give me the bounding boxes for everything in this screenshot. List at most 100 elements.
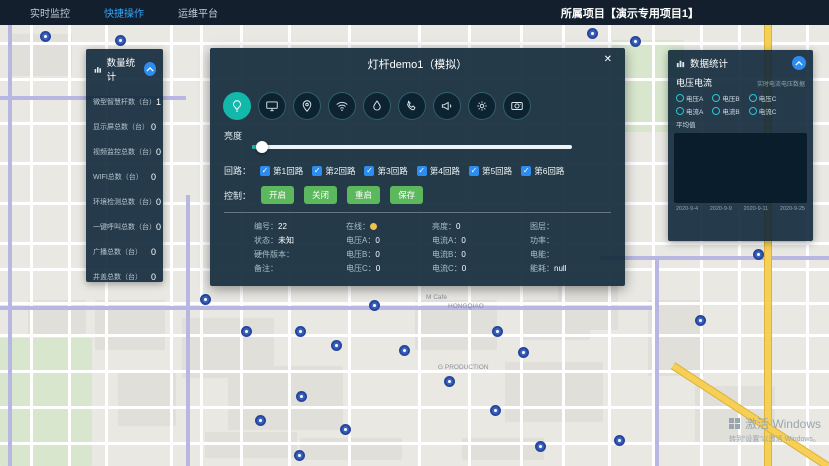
legend-item-6[interactable]: 电流C — [749, 106, 777, 116]
map-marker[interactable] — [241, 326, 252, 337]
location-icon[interactable] — [293, 92, 321, 120]
panel-header: 数据统计 — [668, 50, 813, 74]
drop-icon[interactable] — [363, 92, 391, 120]
control-button-3[interactable]: 重启 — [347, 186, 380, 204]
checkbox-icon[interactable]: ✓ — [521, 166, 531, 176]
map-marker[interactable] — [444, 376, 455, 387]
device-icon-row — [223, 92, 531, 120]
map-marker[interactable] — [255, 415, 266, 426]
status-dot — [370, 223, 377, 230]
camera-icon[interactable] — [503, 92, 531, 120]
loop-checkbox-2[interactable]: ✓第2回路 — [312, 165, 355, 177]
checkbox-icon[interactable]: ✓ — [364, 166, 374, 176]
gear-icon[interactable] — [468, 92, 496, 120]
legend-circle — [676, 107, 684, 115]
control-buttons: 开启关闭重启保存 — [261, 186, 423, 204]
nav-tab-1[interactable]: 实时监控 — [30, 5, 70, 20]
legend-item-2[interactable]: 电压B — [712, 93, 739, 103]
legend-label: 电压B — [722, 93, 739, 103]
map-marker[interactable] — [200, 294, 211, 305]
bulb-icon[interactable] — [223, 92, 251, 120]
map-marker[interactable] — [695, 315, 706, 326]
megaphone-icon[interactable] — [433, 92, 461, 120]
loop-label: 第4回路 — [430, 165, 460, 177]
info-label: 状态： — [254, 235, 278, 246]
legend-item-1[interactable]: 电压A — [676, 93, 703, 103]
loop-label: 第3回路 — [377, 165, 407, 177]
info-pair: 电流C：0 — [432, 262, 530, 274]
loops-row: 回路： ✓第1回路✓第2回路✓第3回路✓第4回路✓第5回路✓第6回路 — [224, 164, 564, 177]
map-park — [0, 338, 92, 466]
map-label: M Cafe — [426, 294, 447, 301]
control-button-4[interactable]: 保存 — [390, 186, 423, 204]
screen-icon[interactable] — [258, 92, 286, 120]
map-marker[interactable] — [518, 347, 529, 358]
loop-checkbox-4[interactable]: ✓第4回路 — [417, 165, 460, 177]
map-marker[interactable] — [115, 35, 126, 46]
loop-label: 第6回路 — [534, 165, 564, 177]
loop-checkbox-3[interactable]: ✓第3回路 — [364, 165, 407, 177]
map-road — [8, 25, 12, 466]
map-marker[interactable] — [753, 249, 764, 260]
control-button-2[interactable]: 关闭 — [304, 186, 337, 204]
stat-row: 广播总数（台）0 — [93, 239, 156, 264]
checkbox-icon[interactable]: ✓ — [469, 166, 479, 176]
map-marker[interactable] — [535, 441, 546, 452]
wifi-icon[interactable] — [328, 92, 356, 120]
map-marker[interactable] — [40, 31, 51, 42]
map-marker[interactable] — [294, 450, 305, 461]
map-road — [200, 25, 203, 466]
voltage-current-chart — [674, 133, 807, 203]
stat-label: 显示屏总数（台） — [93, 122, 149, 132]
nav-tab-2[interactable]: 快捷操作 — [104, 5, 144, 20]
map-road — [0, 370, 829, 373]
windows-logo-icon — [729, 418, 740, 429]
map-marker[interactable] — [331, 340, 342, 351]
info-pair: 电流A：0 — [432, 234, 530, 246]
controls-label: 控制： — [224, 189, 251, 202]
info-pair: 电能： — [530, 248, 611, 260]
legend-item-5[interactable]: 电流B — [712, 106, 739, 116]
map-marker[interactable] — [490, 405, 501, 416]
slider-handle[interactable] — [256, 141, 268, 153]
info-label: 能耗： — [530, 263, 554, 274]
loop-checkbox-5[interactable]: ✓第5回路 — [469, 165, 512, 177]
chart-section-header: 电压电流 实时电流电压数据 — [668, 74, 813, 89]
collapse-button[interactable] — [144, 62, 156, 76]
slider-track[interactable] — [252, 145, 572, 149]
device-info-grid: 编号：22状态：未知硬件版本：备注：在线：电压A：0电压B：0电压C：0亮度：0… — [254, 220, 611, 274]
map-marker[interactable] — [614, 435, 625, 446]
collapse-button[interactable] — [792, 56, 806, 70]
legend-item-3[interactable]: 电压C — [749, 93, 777, 103]
close-icon[interactable]: ✕ — [604, 54, 612, 65]
map-marker[interactable] — [399, 345, 410, 356]
control-button-1[interactable]: 开启 — [261, 186, 294, 204]
map-marker[interactable] — [340, 424, 351, 435]
nav-tab-3[interactable]: 运维平台 — [178, 5, 218, 20]
top-nav-bar: 实时监控快捷操作运维平台 所属项目【演示专用项目1】 — [0, 0, 829, 25]
phone-icon[interactable] — [398, 92, 426, 120]
checkbox-icon[interactable]: ✓ — [260, 166, 270, 176]
info-label: 编号： — [254, 221, 278, 232]
map-marker[interactable] — [296, 391, 307, 402]
map-marker[interactable] — [492, 326, 503, 337]
map-marker[interactable] — [630, 36, 641, 47]
legend-item-4[interactable]: 电流A — [676, 106, 703, 116]
stat-row: 一键呼叫总数（台）0 — [93, 214, 156, 239]
map-marker[interactable] — [295, 326, 306, 337]
map-road — [0, 302, 829, 305]
info-label: 亮度： — [432, 221, 456, 232]
map-marker[interactable] — [369, 300, 380, 311]
info-label: 电流A： — [432, 235, 461, 246]
x-axis-label: 2020-9-9 — [710, 206, 732, 212]
legend-circle — [749, 107, 757, 115]
map-marker[interactable] — [587, 28, 598, 39]
map-building-block — [118, 370, 176, 426]
loop-checkbox-6[interactable]: ✓第6回路 — [521, 165, 564, 177]
stat-value: 0 — [151, 172, 156, 182]
loop-checkbox-1[interactable]: ✓第1回路 — [260, 165, 303, 177]
loop-label: 第1回路 — [273, 165, 303, 177]
brightness-slider[interactable] — [252, 140, 572, 154]
checkbox-icon[interactable]: ✓ — [417, 166, 427, 176]
checkbox-icon[interactable]: ✓ — [312, 166, 322, 176]
